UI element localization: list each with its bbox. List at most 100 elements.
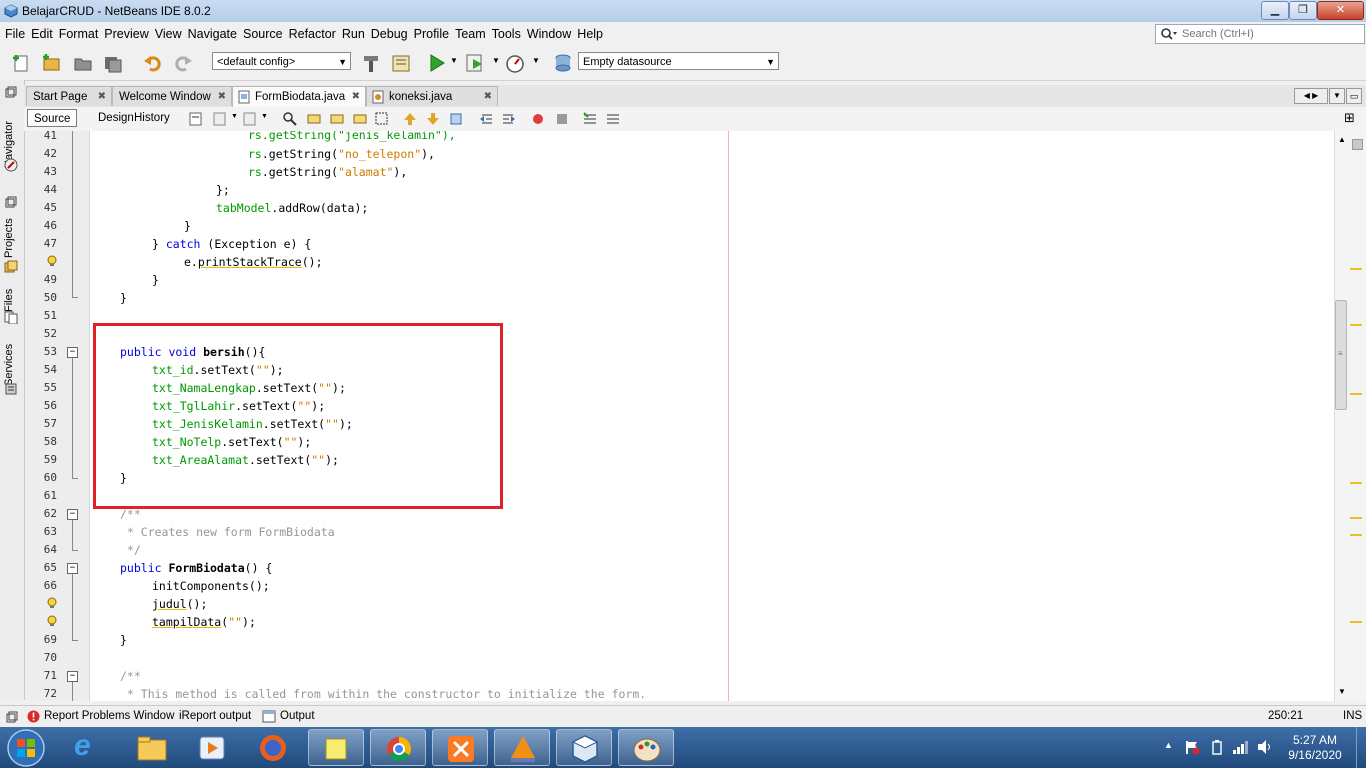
warning-mark[interactable] xyxy=(1350,482,1362,484)
find-previous-icon[interactable] xyxy=(306,111,322,127)
show-hidden-icons-icon[interactable]: ▲ xyxy=(1164,740,1173,750)
scroll-tabs-arrows-icon[interactable]: ◀ ▶ xyxy=(1294,88,1328,104)
debug-icon[interactable] xyxy=(464,52,486,74)
volume-icon[interactable] xyxy=(1256,739,1274,755)
tab-koneksi-java[interactable]: koneksi.java ✖ xyxy=(366,86,498,106)
undo-icon[interactable] xyxy=(142,52,164,74)
system-clock[interactable]: 5:27 AM 9/16/2020 xyxy=(1280,733,1350,763)
stop-macro-icon[interactable] xyxy=(554,111,570,127)
source-mode-button[interactable]: Source xyxy=(27,109,78,127)
menu-tools[interactable]: Tools xyxy=(489,22,524,46)
close-tab-icon[interactable]: ✖ xyxy=(218,87,226,107)
panel-services[interactable]: Services xyxy=(3,336,15,386)
lightbulb-hint-icon[interactable] xyxy=(46,597,58,609)
close-tab-icon[interactable]: ✖ xyxy=(98,87,106,107)
tab-formbiodata-java[interactable]: FormBiodata.java ✖ xyxy=(232,86,366,107)
warning-mark[interactable] xyxy=(1350,621,1362,623)
run-dropdown-chevron-icon[interactable]: ▼ xyxy=(450,56,458,65)
fold-toggle[interactable]: − xyxy=(67,509,78,520)
fold-toggle[interactable]: − xyxy=(67,671,78,682)
menu-window[interactable]: Window xyxy=(524,22,574,46)
toggle-highlight-icon[interactable] xyxy=(352,111,368,127)
lightbulb-hint-icon[interactable] xyxy=(46,255,58,267)
menu-team[interactable]: Team xyxy=(452,22,489,46)
open-project-icon[interactable] xyxy=(72,52,94,74)
files-icon[interactable] xyxy=(4,310,18,324)
history-mode-button[interactable]: History xyxy=(128,109,176,127)
error-report-icon[interactable] xyxy=(27,710,40,723)
menu-refactor[interactable]: Refactor xyxy=(286,22,339,46)
taskbar-xampp[interactable] xyxy=(432,729,488,766)
close-tab-icon[interactable]: ✖ xyxy=(352,87,360,107)
forward-chevron-icon[interactable]: ▼ xyxy=(261,113,268,120)
find-next-icon[interactable] xyxy=(329,111,345,127)
action-center-flag-icon[interactable] xyxy=(1184,739,1200,755)
restore-window-group-icon[interactable] xyxy=(5,196,17,208)
taskbar-sticky-notes[interactable] xyxy=(308,729,364,766)
new-project-icon[interactable] xyxy=(40,52,62,74)
output-tab[interactable]: Output xyxy=(280,710,315,722)
back-icon[interactable] xyxy=(212,111,228,127)
clean-build-icon[interactable] xyxy=(390,52,412,74)
comment-icon[interactable] xyxy=(582,111,598,127)
shift-left-icon[interactable] xyxy=(478,111,494,127)
menu-run[interactable]: Run xyxy=(339,22,368,46)
toggle-rectangular-selection-icon[interactable] xyxy=(374,111,390,127)
menu-edit[interactable]: Edit xyxy=(28,22,56,46)
start-button-icon[interactable] xyxy=(6,728,46,768)
network-signal-icon[interactable] xyxy=(1232,739,1250,755)
menu-file[interactable]: File xyxy=(2,22,28,46)
search-input[interactable] xyxy=(1182,25,1360,42)
datasource-dropdown[interactable]: Empty datasource ▼ xyxy=(578,52,779,70)
warning-mark[interactable] xyxy=(1350,393,1362,395)
menu-source[interactable]: Source xyxy=(240,22,286,46)
ireport-output-tab[interactable]: iReport output xyxy=(179,710,251,722)
next-bookmark-icon[interactable] xyxy=(425,111,441,127)
taskbar-chrome[interactable] xyxy=(370,729,426,766)
report-problems-tab[interactable]: Report Problems Window xyxy=(44,710,174,722)
warning-mark[interactable] xyxy=(1350,517,1362,519)
taskbar-file-explorer[interactable] xyxy=(124,729,180,766)
projects-icon[interactable] xyxy=(4,260,18,274)
menu-profile[interactable]: Profile xyxy=(411,22,452,46)
taskbar-pma[interactable] xyxy=(494,729,550,766)
start-macro-icon[interactable] xyxy=(530,111,546,127)
new-file-icon[interactable] xyxy=(10,52,32,74)
split-editor-icon[interactable]: ⊞ xyxy=(1344,110,1355,126)
scroll-down-arrow-icon[interactable]: ▼ xyxy=(1338,687,1346,696)
search-box[interactable] xyxy=(1155,24,1365,44)
scroll-up-arrow-icon[interactable]: ▲ xyxy=(1338,135,1346,144)
panel-projects[interactable]: Projects xyxy=(3,214,15,258)
forward-icon[interactable] xyxy=(242,111,258,127)
redo-icon[interactable] xyxy=(172,52,194,74)
fold-toggle[interactable]: − xyxy=(67,347,78,358)
build-hammer-icon[interactable] xyxy=(360,52,382,74)
datasource-icon[interactable] xyxy=(552,52,574,74)
profile-icon[interactable] xyxy=(504,52,526,74)
warning-mark[interactable] xyxy=(1350,268,1362,270)
fold-toggle[interactable]: − xyxy=(67,563,78,574)
tab-welcome-window[interactable]: Welcome Window ✖ xyxy=(112,86,232,106)
config-dropdown[interactable]: <default config> ▼ xyxy=(212,52,351,70)
panel-files[interactable]: Files xyxy=(3,284,15,312)
taskbar-media-player[interactable] xyxy=(184,729,240,766)
restore-window-group-icon[interactable] xyxy=(6,711,18,723)
back-chevron-icon[interactable]: ▼ xyxy=(231,113,238,120)
editor-vertical-scrollbar[interactable]: ▲ ▼ xyxy=(1334,131,1349,701)
battery-icon[interactable] xyxy=(1211,739,1223,755)
services-icon[interactable] xyxy=(4,382,18,396)
last-edit-icon[interactable] xyxy=(188,111,204,127)
lightbulb-hint-icon[interactable] xyxy=(46,615,58,627)
shift-right-icon[interactable] xyxy=(501,111,517,127)
taskbar-netbeans[interactable] xyxy=(556,729,612,766)
taskbar-firefox[interactable] xyxy=(246,729,302,766)
maximize-button[interactable]: ❐ xyxy=(1289,1,1317,20)
run-icon[interactable] xyxy=(426,52,448,74)
output-window-icon[interactable] xyxy=(262,710,276,723)
menu-debug[interactable]: Debug xyxy=(368,22,411,46)
navigator-compass-icon[interactable] xyxy=(4,158,18,172)
save-all-icon[interactable] xyxy=(102,52,124,74)
taskbar-internet-explorer[interactable]: e xyxy=(62,729,118,766)
profile-dropdown-chevron-icon[interactable]: ▼ xyxy=(532,56,540,65)
tab-start-page[interactable]: Start Page ✖ xyxy=(26,86,112,106)
